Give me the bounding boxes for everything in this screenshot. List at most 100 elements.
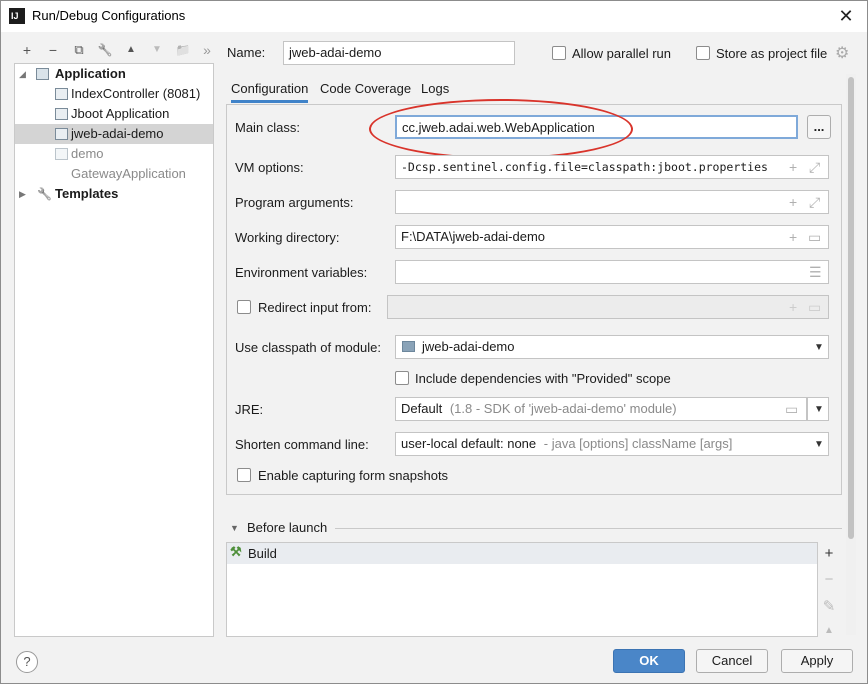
config-icon (55, 128, 68, 140)
vm-options-label: VM options: (235, 160, 304, 175)
program-args-label: Program arguments: (235, 195, 354, 210)
capture-label: Enable capturing form snapshots (258, 468, 449, 483)
tab-logs[interactable]: Logs (421, 81, 449, 96)
add-icon[interactable]: + (17, 41, 37, 59)
expand-plus-icon[interactable]: + (789, 156, 797, 178)
gear-icon[interactable]: ⚙ (835, 43, 849, 63)
capture-checkbox[interactable] (237, 468, 251, 482)
vm-options-value: -Dcsp.sentinel.config.file=classpath:jbo… (401, 160, 768, 174)
apply-button[interactable]: Apply (781, 649, 853, 673)
window-title: Run/Debug Configurations (32, 8, 186, 23)
edit-icon[interactable]: ✎ (821, 597, 837, 615)
intellij-logo-icon: IJ (9, 8, 25, 24)
separator (335, 528, 842, 529)
store-project-checkbox[interactable] (696, 46, 710, 60)
env-vars-input[interactable] (395, 260, 829, 284)
tree-item-demo[interactable]: demo (15, 144, 213, 164)
name-input[interactable]: jweb-adai-demo (283, 41, 515, 65)
expand-field-icon[interactable]: ⤢ (809, 156, 820, 178)
expand-plus-icon[interactable]: + (789, 191, 797, 213)
working-dir-label: Working directory: (235, 230, 340, 245)
add-icon[interactable]: + (821, 545, 837, 562)
expand-plus-icon[interactable]: + (789, 226, 797, 248)
chevron-down-icon[interactable]: ▼ (814, 439, 824, 450)
config-tree[interactable]: ◢ Application IndexController (8081) Jbo… (14, 63, 214, 637)
tree-item-jboot[interactable]: Jboot Application (15, 104, 213, 124)
classpath-label: Use classpath of module: (235, 340, 381, 355)
shorten-label: Shorten command line: (235, 437, 369, 452)
hammer-icon: ⚒ (230, 544, 242, 559)
more-icon[interactable]: » (197, 41, 217, 59)
tree-item-label: IndexController (8081) (71, 86, 201, 101)
list-item[interactable]: ⚒ Build (227, 543, 817, 564)
shorten-value: user-local default: none (401, 436, 537, 451)
before-launch-item: Build (248, 546, 277, 561)
tree-item-label: jweb-adai-demo (71, 126, 164, 141)
run-debug-dialog: IJ Run/Debug Configurations ✕ + − ⧉ 🔧 ▲ … (0, 0, 868, 684)
tree-item-label: Jboot Application (71, 106, 170, 121)
classpath-select[interactable]: jweb-adai-demo (395, 335, 829, 359)
tree-item-label: demo (71, 146, 104, 161)
redirect-checkbox[interactable] (237, 300, 251, 314)
shorten-select[interactable]: user-local default: none - java [options… (395, 432, 829, 456)
tree-item-jweb-adai-demo[interactable]: jweb-adai-demo (15, 124, 213, 144)
module-icon (402, 341, 415, 352)
classpath-value: jweb-adai-demo (422, 339, 515, 354)
move-down-icon[interactable]: ▼ (147, 41, 167, 59)
program-args-input[interactable] (395, 190, 829, 214)
remove-icon[interactable]: − (821, 571, 837, 588)
tree-item-label: GatewayApplication (71, 166, 186, 181)
folder-icon[interactable]: ▭ (785, 398, 798, 420)
jre-label: JRE: (235, 402, 264, 417)
highlight-annotation (369, 99, 633, 159)
tree-node-application[interactable]: ◢ Application (15, 64, 213, 84)
list-edit-icon[interactable]: ☰ (809, 261, 822, 283)
before-launch-list[interactable]: ⚒ Build (226, 542, 818, 637)
collapse-arrow-icon[interactable]: ▼ (230, 523, 239, 533)
scrollbar-thumb[interactable] (848, 77, 854, 539)
folder-icon[interactable]: ▭ (808, 226, 821, 248)
copy-icon[interactable]: ⧉ (69, 41, 89, 59)
store-project-label: Store as project file (716, 46, 828, 61)
expand-arrow-icon[interactable]: ◢ (19, 64, 29, 84)
tree-application-label: Application (55, 66, 126, 81)
chevron-down-icon[interactable]: ▼ (814, 342, 824, 353)
wrench-icon: 🔧 (37, 187, 52, 201)
help-icon[interactable]: ? (16, 651, 38, 673)
working-dir-input[interactable]: F:\DATA\jweb-adai-demo (395, 225, 829, 249)
main-class-label: Main class: (235, 120, 301, 135)
jre-select[interactable]: Default (1.8 - SDK of 'jweb-adai-demo' m… (395, 397, 807, 421)
remove-icon[interactable]: − (43, 41, 63, 59)
tree-node-templates[interactable]: ▶ 🔧 Templates (15, 184, 213, 204)
before-launch-label: Before launch (247, 520, 328, 535)
tree-item-gateway[interactable]: GatewayApplication (15, 164, 213, 184)
redirect-input[interactable] (387, 295, 829, 319)
expand-field-icon[interactable]: ⤢ (809, 191, 820, 213)
ok-button[interactable]: OK (613, 649, 685, 673)
config-icon (55, 88, 68, 100)
jre-hint: (1.8 - SDK of 'jweb-adai-demo' module) (449, 401, 677, 416)
vm-options-input[interactable]: -Dcsp.sentinel.config.file=classpath:jbo… (395, 155, 829, 179)
folder-add-icon[interactable]: 📁 (173, 41, 193, 59)
close-icon[interactable]: ✕ (833, 4, 859, 28)
allow-parallel-checkbox[interactable] (552, 46, 566, 60)
collapse-arrow-icon[interactable]: ▶ (19, 184, 29, 204)
move-up-icon[interactable]: ▲ (821, 625, 837, 636)
tab-configuration[interactable]: Configuration (231, 81, 309, 103)
allow-parallel-label: Allow parallel run (572, 46, 671, 61)
config-icon (55, 148, 68, 160)
jre-value: Default (401, 401, 443, 416)
browse-button[interactable]: ... (807, 115, 831, 139)
tree-item-indexcontroller[interactable]: IndexController (8081) (15, 84, 213, 104)
chevron-down-icon[interactable]: ▼ (814, 404, 824, 415)
shorten-hint: - java [options] className [args] (543, 436, 733, 451)
tab-code-coverage[interactable]: Code Coverage (320, 81, 411, 96)
tree-templates-label: Templates (55, 186, 119, 201)
move-up-icon[interactable]: ▲ (121, 41, 141, 59)
include-deps-checkbox[interactable] (395, 371, 409, 385)
redirect-label: Redirect input from: (258, 300, 372, 315)
folder-icon: ▭ (808, 299, 822, 315)
config-icon (55, 108, 68, 120)
cancel-button[interactable]: Cancel (696, 649, 768, 673)
wrench-icon[interactable]: 🔧 (95, 41, 115, 59)
